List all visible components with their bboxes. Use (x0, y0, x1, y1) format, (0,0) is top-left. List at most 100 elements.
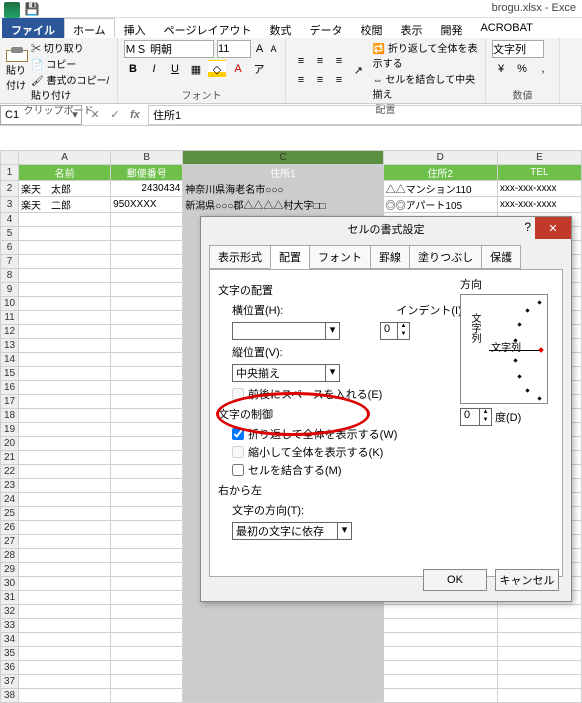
select-all-corner[interactable] (1, 151, 19, 165)
ribbon-tabs: ファイル ホーム 挿入 ページレイアウト 数式 データ 校閲 表示 開発 ACR… (0, 18, 582, 38)
shrink-fit-checkbox[interactable]: 縮小して全体を表示する(K) (232, 444, 554, 460)
align-middle-icon[interactable]: ≡ (311, 52, 329, 70)
indent-stepper[interactable]: 0▲▼ (380, 322, 410, 340)
border-button[interactable]: ▦ (187, 60, 205, 78)
tab-insert[interactable]: 挿入 (115, 18, 155, 38)
wrap-text-checkbox[interactable]: 折り返して全体を表示する(W) (232, 426, 554, 442)
col-header-c[interactable]: C (183, 151, 383, 165)
indent-label: インデント(I): (396, 305, 464, 317)
cut-button[interactable]: ✂ 切り取り (31, 40, 111, 55)
paste-label: 貼り付け (6, 62, 28, 92)
col-header-d[interactable]: D (383, 151, 497, 165)
cell[interactable]: 名前 (19, 165, 111, 181)
cell[interactable]: 2430434 (111, 181, 183, 197)
cell[interactable]: ◎◎アパート105 (383, 197, 497, 213)
cell[interactable]: 950XXXX (111, 197, 183, 213)
cancel-formula-icon[interactable]: ✕ (86, 106, 104, 124)
horizontal-select[interactable]: ▾ (232, 322, 340, 340)
cell[interactable]: 楽天 二郎 (19, 197, 111, 213)
phonetic-button[interactable]: ア (250, 60, 268, 78)
cell[interactable]: 住所1 (183, 165, 383, 181)
cell[interactable]: △△マンション110 (383, 181, 497, 197)
tab-developer[interactable]: 開発 (431, 18, 471, 38)
font-color-button[interactable]: A (229, 60, 247, 78)
close-button[interactable]: ✕ (535, 217, 571, 239)
vertical-select[interactable]: 中央揃え▾ (232, 364, 340, 382)
tab-acrobat[interactable]: ACROBAT (471, 18, 541, 38)
fx-icon[interactable]: fx (126, 106, 144, 124)
text-direction-select[interactable]: 最初の文字に依存▾ (232, 522, 352, 540)
align-center-icon[interactable]: ≡ (311, 71, 329, 89)
font-group-label: フォント (124, 87, 279, 102)
row-header[interactable]: 1 (1, 165, 19, 181)
tab-file[interactable]: ファイル (2, 18, 64, 38)
tab-data[interactable]: データ (300, 18, 351, 38)
help-icon[interactable]: ? (524, 220, 531, 234)
window-titlebar: brogu.xlsx - Exce (0, 0, 582, 18)
wrap-text-button[interactable]: 🔁 折り返して全体を表示する (373, 40, 479, 70)
degrees-stepper[interactable]: 0▲▼ (460, 408, 492, 426)
document-title: brogu.xlsx - Exce (492, 2, 576, 14)
dlg-tab-font[interactable]: フォント (309, 245, 371, 269)
cancel-button[interactable]: キャンセル (495, 569, 559, 591)
merge-center-button[interactable]: ⇔ セルを結合して中央揃え (373, 71, 479, 101)
tab-home[interactable]: ホーム (64, 18, 115, 38)
orientation-control[interactable]: 文字列 文字列 (460, 294, 548, 404)
number-format-select[interactable] (492, 40, 544, 58)
ok-button[interactable]: OK (423, 569, 487, 591)
dlg-tab-protection[interactable]: 保護 (481, 245, 521, 269)
merge-cells-checkbox[interactable]: セルを結合する(M) (232, 462, 554, 478)
dlg-tab-fill[interactable]: 塗りつぶし (409, 245, 482, 269)
tab-view[interactable]: 表示 (391, 18, 431, 38)
align-top-icon[interactable]: ≡ (292, 52, 310, 70)
format-painter-button[interactable]: 🖌 書式のコピー/貼り付け (31, 72, 111, 102)
cell[interactable]: xxx-xxx-xxxx (497, 181, 581, 197)
formula-bar: C1▾ ✕ ✓ fx 住所1 (0, 104, 582, 126)
row-header[interactable]: 2 (1, 181, 19, 197)
rtl-label: 右から左 (218, 482, 554, 498)
align-left-icon[interactable]: ≡ (292, 71, 310, 89)
paste-button[interactable]: 貼り付け (6, 50, 28, 92)
save-icon[interactable] (24, 2, 40, 18)
dlg-tab-alignment[interactable]: 配置 (270, 245, 310, 269)
orientation-icon[interactable]: ↗ (351, 62, 366, 80)
align-bottom-icon[interactable]: ≡ (330, 52, 348, 70)
increase-font-icon[interactable]: A (254, 40, 265, 58)
formula-input[interactable]: 住所1 (148, 105, 582, 125)
chevron-down-icon[interactable]: ▾ (69, 108, 81, 121)
cell[interactable]: TEL (497, 165, 581, 181)
cell[interactable]: 楽天 太郎 (19, 181, 111, 197)
enter-formula-icon[interactable]: ✓ (106, 106, 124, 124)
font-name-select[interactable] (124, 40, 214, 58)
comma-icon[interactable]: , (534, 60, 552, 78)
tab-review[interactable]: 校閲 (351, 18, 391, 38)
bold-button[interactable]: B (124, 60, 142, 78)
underline-button[interactable]: U (166, 60, 184, 78)
align-right-icon[interactable]: ≡ (330, 71, 348, 89)
decrease-font-icon[interactable]: A (268, 40, 279, 58)
col-header-b[interactable]: B (111, 151, 183, 165)
dlg-tab-number[interactable]: 表示形式 (209, 245, 271, 269)
name-box[interactable]: C1▾ (0, 105, 82, 125)
horizontal-label: 横位置(H): (232, 305, 283, 317)
col-header-a[interactable]: A (19, 151, 111, 165)
dlg-tab-border[interactable]: 罫線 (370, 245, 410, 269)
cell[interactable]: 郵便番号 (111, 165, 183, 181)
cell[interactable]: 新潟県○○○郡△△△△村大字□□ (183, 197, 383, 213)
italic-button[interactable]: I (145, 60, 163, 78)
copy-button[interactable]: 📄 コピー (31, 56, 111, 71)
font-size-select[interactable] (217, 40, 251, 58)
cell[interactable]: xxx-xxx-xxxx (497, 197, 581, 213)
tab-formulas[interactable]: 数式 (260, 18, 300, 38)
vertical-label: 縦位置(V): (232, 347, 283, 359)
row-header[interactable]: 3 (1, 197, 19, 213)
col-header-e[interactable]: E (497, 151, 581, 165)
fill-color-button[interactable]: ◇ (208, 60, 226, 78)
chevron-down-icon: ▾ (325, 323, 339, 339)
tab-pagelayout[interactable]: ページレイアウト (155, 18, 261, 38)
currency-icon[interactable]: ¥ (492, 60, 510, 78)
cell[interactable]: 神奈川県海老名市○○○ (183, 181, 383, 197)
ribbon: 貼り付け ✂ 切り取り 📄 コピー 🖌 書式のコピー/貼り付け クリップボード … (0, 38, 582, 104)
percent-icon[interactable]: % (513, 60, 531, 78)
cell[interactable]: 住所2 (383, 165, 497, 181)
